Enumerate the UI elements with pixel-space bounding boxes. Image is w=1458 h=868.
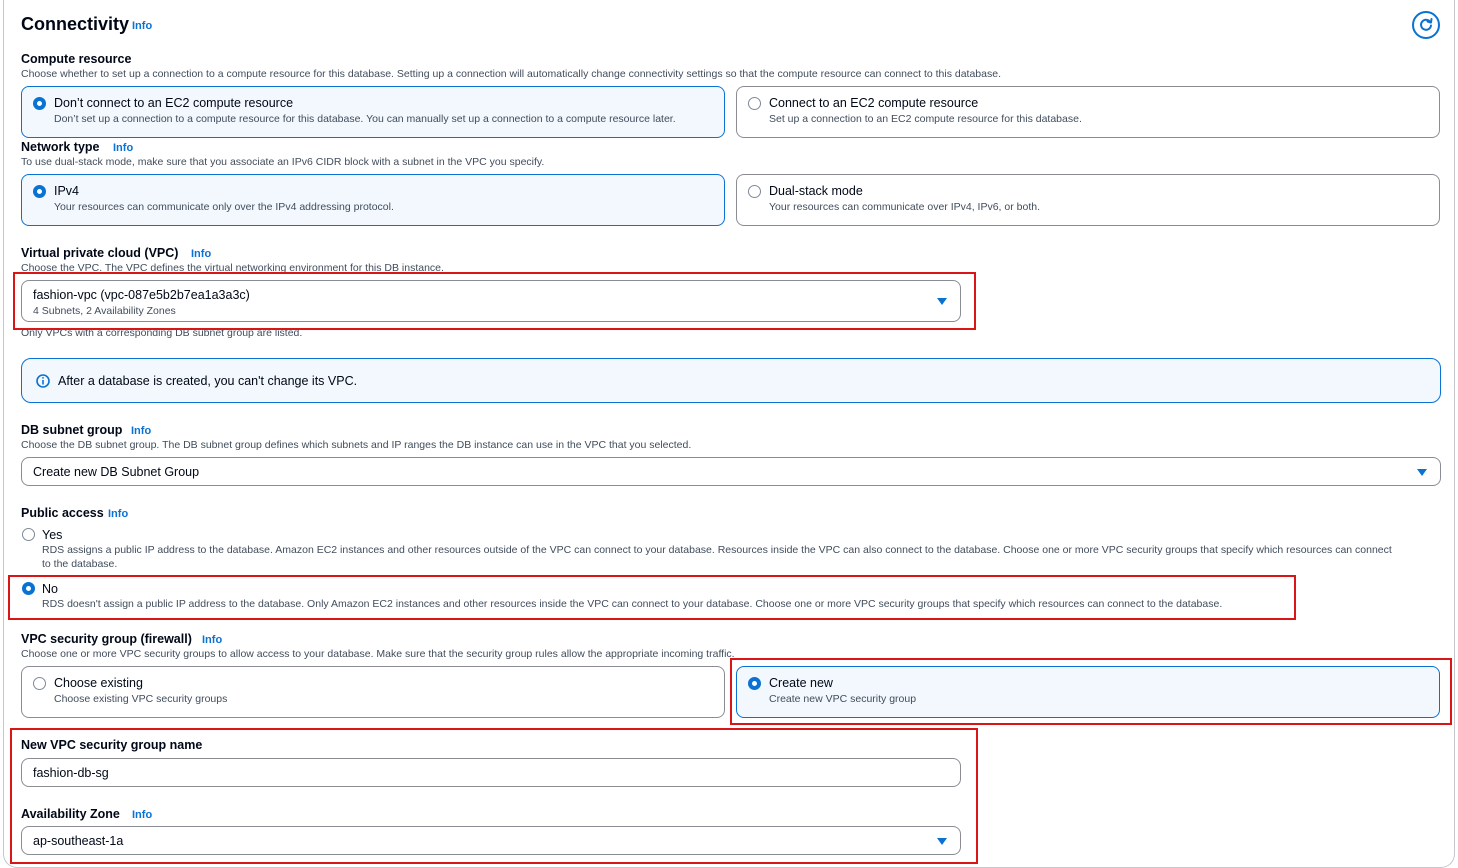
refresh-button[interactable] [1412,11,1440,39]
option-label: Connect to an EC2 compute resource [769,96,979,110]
vpc-info-link[interactable]: Info [191,248,211,260]
radio-public-yes[interactable] [22,528,35,541]
network-option-dual-stack[interactable]: Dual-stack mode Your resources can commu… [736,174,1440,226]
sg-option-choose-existing[interactable]: Choose existing Choose existing VPC secu… [21,666,725,718]
highlight-sg-name-az [10,728,978,864]
subnet-group-select[interactable]: Create new DB Subnet Group [21,457,1441,486]
subnet-group-label: DB subnet group [21,423,123,437]
radio-dont-connect[interactable] [33,97,46,110]
network-type-info-link[interactable]: Info [113,142,133,154]
public-access-info-link[interactable]: Info [108,508,128,520]
highlight-vpc [13,272,976,330]
option-desc: Set up a connection to an EC2 compute re… [769,113,1082,125]
compute-option-dont-connect[interactable]: Don’t connect to an EC2 compute resource… [21,86,725,138]
option-desc: Don’t set up a connection to a compute r… [54,113,676,125]
section-title: Connectivity [21,14,130,34]
option-label: IPv4 [54,184,80,198]
subnet-group-info-link[interactable]: Info [131,425,151,437]
option-desc: Your resources can communicate over IPv4… [769,201,1040,213]
radio-choose-existing[interactable] [33,677,46,690]
network-option-ipv4[interactable]: IPv4 Your resources can communicate only… [21,174,725,226]
network-type-label: Network type [21,140,100,154]
public-yes-desc: RDS assigns a public IP address to the d… [42,544,1392,556]
radio-dual-stack[interactable] [748,185,761,198]
radio-connect-ec2[interactable] [748,97,761,110]
option-desc: Your resources can communicate only over… [54,201,394,213]
caret-down-icon [1417,469,1427,476]
option-label: Choose existing [54,676,143,690]
highlight-create-new [730,658,1452,725]
highlight-public-no [8,575,1296,620]
option-label: Don’t connect to an EC2 compute resource [54,96,294,110]
radio-ipv4[interactable] [33,185,46,198]
network-type-desc: To use dual-stack mode, make sure that y… [21,156,545,168]
connectivity-info-link[interactable]: Info [132,20,152,32]
option-label: Dual-stack mode [769,184,863,198]
security-group-desc: Choose one or more VPC security groups t… [21,648,735,660]
public-yes-label[interactable]: Yes [42,528,62,542]
subnet-group-value: Create new DB Subnet Group [33,465,200,479]
vpc-label: Virtual private cloud (VPC) [21,246,179,260]
compute-resource-label: Compute resource [21,52,132,66]
option-desc: Choose existing VPC security groups [54,693,228,705]
vpc-alert: After a database is created, you can't c… [21,358,1441,403]
public-access-label: Public access [21,506,104,520]
security-group-info-link[interactable]: Info [202,634,222,646]
info-circle-icon [36,374,50,388]
subnet-group-desc: Choose the DB subnet group. The DB subne… [21,439,692,451]
public-yes-desc-cont: to the database. [42,558,118,570]
security-group-label: VPC security group (firewall) [21,632,192,646]
compute-resource-desc: Choose whether to set up a connection to… [21,68,1001,80]
refresh-icon [1420,18,1433,31]
vpc-alert-text: After a database is created, you can't c… [58,374,358,388]
compute-option-connect-ec2[interactable]: Connect to an EC2 compute resource Set u… [736,86,1440,138]
